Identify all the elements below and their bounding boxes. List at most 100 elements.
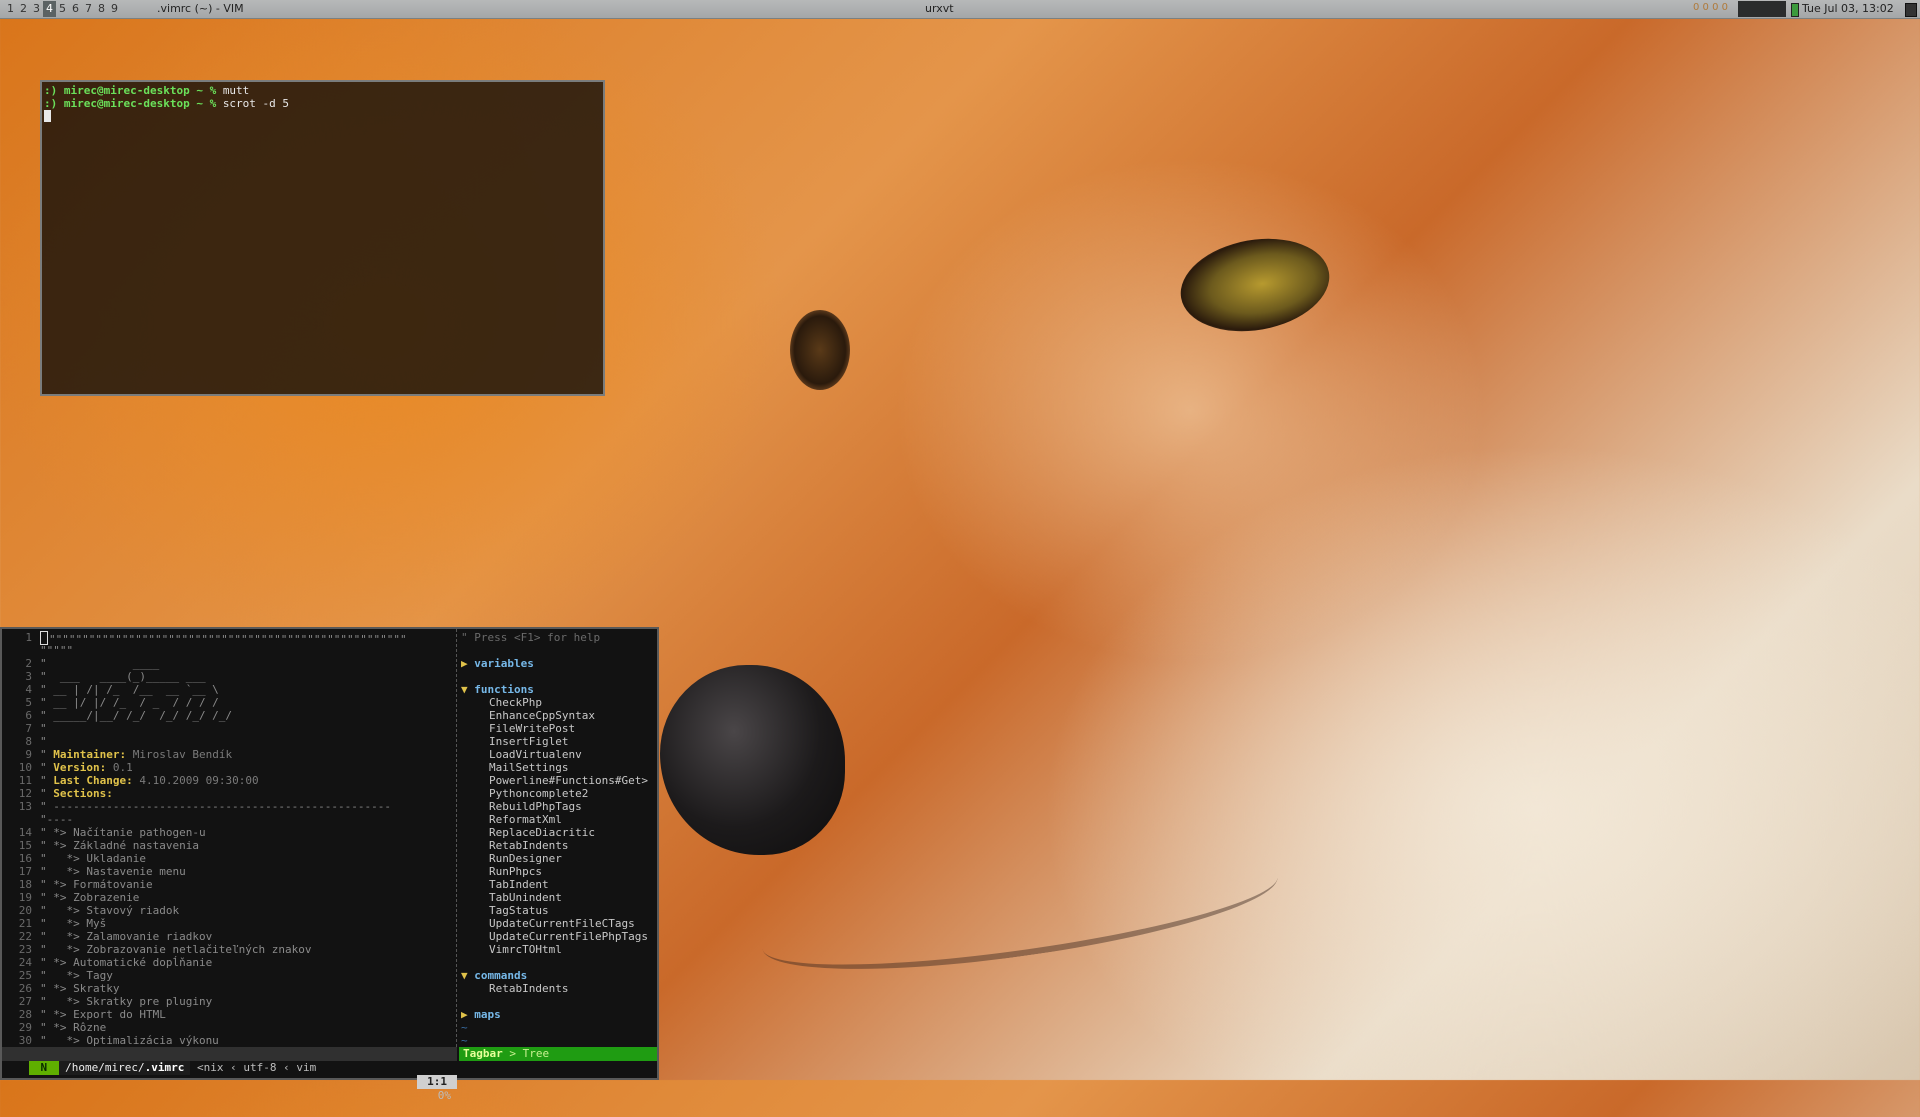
tagbar-tag-item[interactable]: MailSettings [459, 761, 659, 774]
tagbar-tag-item[interactable]: EnhanceCppSyntax [459, 709, 659, 722]
workspace-9[interactable]: 9 [108, 1, 121, 17]
tagbar-fold-icon[interactable]: ▶ [461, 657, 468, 670]
vim-line-number: 7 [25, 722, 32, 735]
tagbar-tag-item[interactable]: FileWritePost [459, 722, 659, 735]
workspace-7[interactable]: 7 [82, 1, 95, 17]
tagbar-tag-item[interactable]: Powerline#Functions#Get> [459, 774, 659, 787]
wallpaper-fox-nose [660, 665, 845, 855]
vim-line: 9 " Maintainer: Miroslav Bendík [2, 748, 457, 761]
vim-line-text: " Maintainer: Miroslav Bendík [40, 748, 233, 761]
tagbar-tag-item[interactable]: UpdateCurrentFileCTags [459, 917, 659, 930]
vim-line-number: 25 [18, 969, 32, 982]
tagbar-tag-item[interactable]: RetabIndents [459, 982, 659, 995]
vim-line-number: 20 [18, 904, 32, 917]
vim-field-value: 0.1 [106, 761, 133, 774]
workspace-3[interactable]: 3 [30, 1, 43, 17]
tagbar-group-functions[interactable]: ▼ functions [459, 683, 659, 696]
vim-fileformat: <nix [196, 1061, 224, 1074]
vim-line-content: " __ |/ |/ /_ / _ / / / / [40, 696, 219, 709]
tagbar-tag-item[interactable]: RebuildPhpTags [459, 800, 659, 813]
terminal-output: :) mirec@mirec-desktop ~ % mutt:) mirec@… [44, 84, 601, 110]
tagbar-tag-item[interactable]: ReformatXml [459, 813, 659, 826]
vim-empty-line-marker: ~ [461, 1021, 468, 1034]
vim-line-text: " [40, 735, 47, 748]
shell-prompt: :) mirec@mirec-desktop ~ % [44, 84, 217, 97]
tagbar-group-variables[interactable]: ▶ variables [459, 657, 659, 670]
top-panel: 123456789 .vimrc (~) - VIM urxvt 0 0 0 0… [0, 0, 1920, 19]
tagbar-group-label: variables [474, 657, 534, 670]
tagbar-tag-item[interactable]: LoadVirtualenv [459, 748, 659, 761]
vim-line: 17 " *> Nastavenie menu [2, 865, 457, 878]
tagbar-tag-item[interactable]: InsertFiglet [459, 735, 659, 748]
vim-scroll-percent: 0% [437, 1089, 451, 1102]
shell-command: scrot -d 5 [222, 97, 290, 110]
vim-line-content: " *> Myš [40, 917, 107, 930]
tagbar-tag-item[interactable]: ReplaceDiacritic [459, 826, 659, 839]
vim-editor-buffer[interactable]: 1 """""""""""""""""""""""""""""""""""""""… [2, 631, 457, 1047]
vim-line: 7 " [2, 722, 457, 735]
tagbar-tag-item[interactable]: Pythoncomplete2 [459, 787, 659, 800]
vim-line: 19 " *> Zobrazenie [2, 891, 457, 904]
vim-window[interactable]: 1 """""""""""""""""""""""""""""""""""""""… [0, 627, 659, 1102]
vim-line-text: " *> Export do HTML [40, 1008, 166, 1021]
vim-line: 22 " *> Zalamovanie riadkov [2, 930, 457, 943]
vim-line-content: " __ | /| /_ /__ __ `__ \ [40, 683, 219, 696]
vim-line: 14 " *> Načítanie pathogen-u [2, 826, 457, 839]
tagbar-tag-item[interactable]: RetabIndents [459, 839, 659, 852]
center-window-title: urxvt [925, 2, 954, 15]
tagbar-group-label: maps [474, 1008, 501, 1021]
vim-line-text: " *> Stavový riadok [40, 904, 179, 917]
tagbar-tag-item[interactable]: RunDesigner [459, 852, 659, 865]
clock[interactable]: Tue Jul 03, 13:02 [1802, 2, 1894, 15]
vim-line-text: " _____/|__/ /_/ /_/ /_/ /_/ [40, 709, 232, 722]
tagbar-tag-item[interactable]: CheckPhp [459, 696, 659, 709]
tagbar-tag-item[interactable]: RunPhpcs [459, 865, 659, 878]
tagbar-tag-item[interactable]: TabUnindent [459, 891, 659, 904]
workspace-2[interactable]: 2 [17, 1, 30, 17]
vim-line-content: " *> Načítanie pathogen-u [40, 826, 206, 839]
workspace-1[interactable]: 1 [4, 1, 17, 17]
tagbar-fold-icon[interactable]: ▼ [461, 683, 468, 696]
workspace-8[interactable]: 8 [95, 1, 108, 17]
tagbar-group-maps[interactable]: ▶ maps [459, 1008, 659, 1021]
tagbar-tag-item[interactable]: VimrcTOHtml [459, 943, 659, 956]
tagbar-group-label: commands [474, 969, 528, 982]
vim-cursor [40, 631, 48, 645]
vim-line-number: 22 [18, 930, 32, 943]
vim-line-text: " *> Formátovanie [40, 878, 153, 891]
tagbar-fold-icon[interactable]: ▶ [461, 1008, 468, 1021]
workspace-4[interactable]: 4 [43, 1, 56, 17]
shell-command: mutt [222, 84, 250, 97]
vim-line: """"" [2, 644, 457, 657]
vim-line-text: " *> Zalamovanie riadkov [40, 930, 212, 943]
tagbar-pane[interactable]: " Press <F1> for help ▶ variables ▼ functi… [459, 631, 659, 1047]
tray-graph-widget[interactable] [1738, 1, 1786, 17]
tray-app-icon[interactable] [1905, 3, 1917, 17]
vim-line: 20 " *> Stavový riadok [2, 904, 457, 917]
vim-line-text: " --------------------------------------… [40, 800, 391, 813]
tagbar-tag-item[interactable]: TabIndent [459, 878, 659, 891]
vim-field-label: Sections: [53, 787, 113, 800]
vim-line-number: 14 [18, 826, 32, 839]
tagbar-tag-item[interactable]: UpdateCurrentFilePhpTags [459, 930, 659, 943]
vim-line-number: 1 [25, 631, 32, 644]
battery-icon[interactable] [1791, 3, 1799, 17]
vim-line-number: 3 [25, 670, 32, 683]
tagbar-tag-item[interactable]: TagStatus [459, 904, 659, 917]
vim-line-text: " *> Optimalizácia výkonu [40, 1034, 219, 1047]
vim-line-number: 24 [18, 956, 32, 969]
vim-line-content: " *> Export do HTML [40, 1008, 166, 1021]
vim-filetype: vim [296, 1061, 317, 1074]
vim-line-text: " *> Ukladanie [40, 852, 146, 865]
vim-line: 3 " ___ ____(_)_____ ___ [2, 670, 457, 683]
vim-line-text: " __ |/ |/ /_ / _ / / / / [40, 696, 219, 709]
tagbar-fold-icon[interactable]: ▼ [461, 969, 468, 982]
urxvt-terminal-window[interactable]: :) mirec@mirec-desktop ~ % mutt:) mirec@… [40, 80, 605, 396]
vim-line-number: 19 [18, 891, 32, 904]
workspace-5[interactable]: 5 [56, 1, 69, 17]
wallpaper-fox-eye-right [1173, 227, 1337, 343]
workspace-6[interactable]: 6 [69, 1, 82, 17]
tagbar-group-commands[interactable]: ▼ commands [459, 969, 659, 982]
tagbar-status-separator: > [509, 1047, 516, 1060]
vim-line-content: " ____ [40, 657, 160, 670]
